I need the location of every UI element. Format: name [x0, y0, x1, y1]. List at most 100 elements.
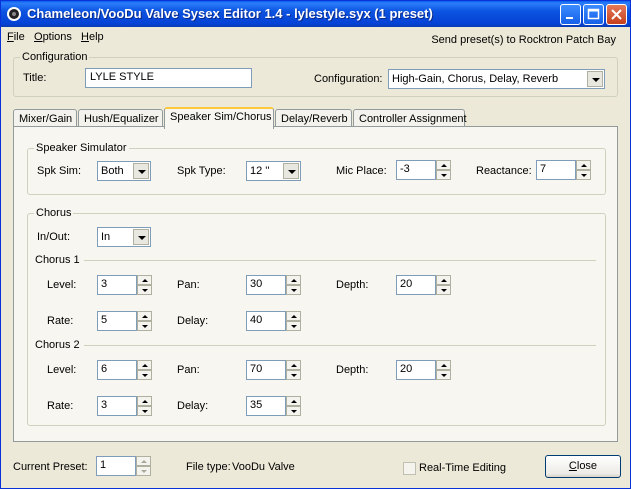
spin-up-icon[interactable]: [137, 396, 152, 406]
realtime-editing-label[interactable]: Real-Time Editing: [419, 462, 506, 474]
minimize-button[interactable]: [560, 4, 581, 25]
configuration-select[interactable]: High-Gain, Chorus, Delay, Reverb: [388, 69, 605, 89]
spin-up-icon[interactable]: [136, 456, 151, 466]
chorus2-delay-spin-buttons: [286, 396, 301, 416]
spin-down-icon[interactable]: [436, 285, 451, 295]
spin-down-icon[interactable]: [436, 370, 451, 380]
chorus1-delay-field[interactable]: 40: [246, 311, 286, 331]
tab-panel-speaker-sim-chorus: Speaker Simulator Spk Sim: Both Spk Type…: [13, 126, 618, 442]
spin-up-icon[interactable]: [436, 275, 451, 285]
spin-down-icon[interactable]: [286, 285, 301, 295]
chorus1-depth-field[interactable]: 20: [396, 275, 436, 295]
spin-down-icon[interactable]: [286, 370, 301, 380]
title-field[interactable]: LYLE STYLE: [85, 68, 252, 88]
chorus1-pan-spinner[interactable]: 30: [246, 275, 302, 295]
maximize-icon: [587, 8, 600, 20]
chorus1-rate-spinner[interactable]: 5: [97, 311, 153, 331]
chorus-inout-value: In: [101, 231, 111, 243]
menu-options-label: ptions: [42, 31, 72, 43]
close-window-button[interactable]: [606, 4, 627, 25]
chorus2-rate-field[interactable]: 3: [97, 396, 137, 416]
chorus1-rate-field[interactable]: 5: [97, 311, 137, 331]
chorus2-rate-label: Rate:: [47, 400, 74, 412]
chorus2-level-field[interactable]: 6: [97, 360, 137, 380]
send-to-patch-bay-link[interactable]: Send preset(s) to Rocktron Patch Bay: [431, 34, 616, 46]
chorus1-level-label: Level:: [47, 279, 77, 291]
reactance-spin-buttons: [576, 160, 591, 180]
menu-file[interactable]: File: [7, 31, 25, 43]
chorus1-divider: [84, 260, 596, 261]
spin-up-icon[interactable]: [436, 160, 451, 170]
chorus2-delay-spinner[interactable]: 35: [246, 396, 302, 416]
spin-up-icon[interactable]: [137, 311, 152, 321]
chorus2-level-label: Level:: [47, 364, 77, 376]
spk-sim-select[interactable]: Both: [97, 161, 151, 181]
spin-up-icon[interactable]: [436, 360, 451, 370]
spin-up-icon[interactable]: [576, 160, 591, 170]
chorus2-rate-spinner[interactable]: 3: [97, 396, 153, 416]
file-type-label: File type:: [186, 461, 231, 473]
spin-down-icon[interactable]: [137, 321, 152, 331]
chorus-inout-select[interactable]: In: [97, 227, 151, 247]
spin-up-icon[interactable]: [137, 275, 152, 285]
current-preset-field[interactable]: 1: [96, 456, 136, 476]
chorus1-level-spinner[interactable]: 3: [97, 275, 153, 295]
chorus2-pan-spinner[interactable]: 70: [246, 360, 302, 380]
chorus2-depth-spinner[interactable]: 20: [396, 360, 452, 380]
chorus1-depth-label: Depth:: [336, 279, 369, 291]
menu-file-label: ile: [13, 31, 25, 43]
chorus2-level-spinner[interactable]: 6: [97, 360, 153, 380]
chevron-down-icon[interactable]: [283, 163, 299, 179]
spin-down-icon[interactable]: [137, 370, 152, 380]
menu-options[interactable]: Options: [34, 31, 72, 43]
reactance-field[interactable]: 7: [536, 160, 576, 180]
spin-down-icon[interactable]: [436, 170, 451, 180]
spin-down-icon[interactable]: [576, 170, 591, 180]
chorus1-level-field[interactable]: 3: [97, 275, 137, 295]
spin-down-icon[interactable]: [137, 406, 152, 416]
current-preset-spinner[interactable]: 1: [96, 456, 152, 476]
chorus2-depth-label: Depth:: [336, 364, 369, 376]
spin-up-icon[interactable]: [286, 360, 301, 370]
chevron-down-icon[interactable]: [133, 163, 149, 179]
chorus2-pan-field[interactable]: 70: [246, 360, 286, 380]
chorus1-rate-spin-buttons: [137, 311, 152, 331]
reactance-spinner[interactable]: 7: [536, 160, 593, 180]
spin-down-icon[interactable]: [137, 285, 152, 295]
close-icon: [611, 9, 622, 20]
chorus2-level-spin-buttons: [137, 360, 152, 380]
menu-help-label: elp: [88, 31, 104, 43]
spk-type-select[interactable]: 12 '': [246, 161, 301, 181]
chorus2-heading: Chorus 2: [35, 339, 80, 351]
spin-down-icon[interactable]: [136, 466, 151, 476]
chevron-down-icon[interactable]: [587, 71, 603, 87]
mic-place-label: Mic Place:: [336, 165, 387, 177]
chorus1-delay-spinner[interactable]: 40: [246, 311, 302, 331]
chorus2-depth-field[interactable]: 20: [396, 360, 436, 380]
chorus1-pan-spin-buttons: [286, 275, 301, 295]
spin-up-icon[interactable]: [286, 275, 301, 285]
title-bar[interactable]: Chameleon/VooDu Valve Sysex Editor 1.4 -…: [1, 1, 630, 27]
chorus2-delay-field[interactable]: 35: [246, 396, 286, 416]
realtime-editing-checkbox[interactable]: [403, 462, 416, 475]
mic-place-spinner[interactable]: -3: [396, 160, 453, 180]
tab-speaker-sim-chorus[interactable]: Speaker Sim/Chorus: [164, 107, 274, 129]
spin-up-icon[interactable]: [286, 396, 301, 406]
spin-up-icon[interactable]: [137, 360, 152, 370]
menu-bar: File Options Help Send preset(s) to Rock…: [1, 28, 630, 47]
chevron-down-icon[interactable]: [133, 229, 149, 245]
mic-place-field[interactable]: -3: [396, 160, 436, 180]
close-button[interactable]: Close: [545, 455, 621, 478]
menu-help[interactable]: Help: [81, 31, 104, 43]
chorus2-pan-label: Pan:: [177, 364, 200, 376]
chorus1-heading: Chorus 1: [35, 254, 80, 266]
chorus2-divider: [84, 345, 596, 346]
chorus1-depth-spinner[interactable]: 20: [396, 275, 452, 295]
speaker-simulator-legend: Speaker Simulator: [34, 142, 129, 154]
spin-up-icon[interactable]: [286, 311, 301, 321]
maximize-button[interactable]: [583, 4, 604, 25]
spin-down-icon[interactable]: [286, 321, 301, 331]
chorus2-rate-spin-buttons: [137, 396, 152, 416]
spin-down-icon[interactable]: [286, 406, 301, 416]
chorus1-pan-field[interactable]: 30: [246, 275, 286, 295]
